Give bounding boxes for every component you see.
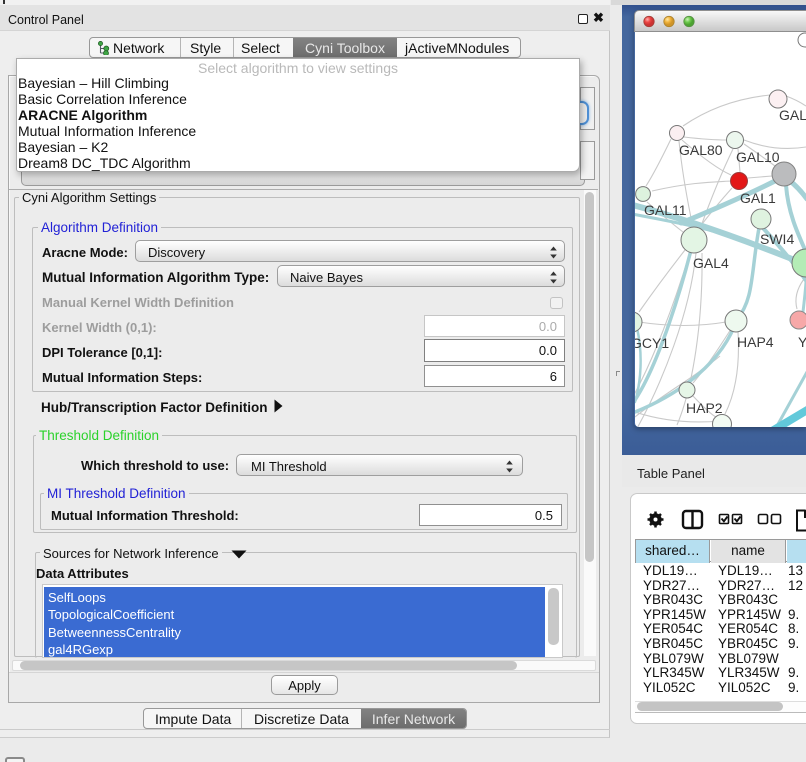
svg-text:HAP4: HAP4 [737, 334, 774, 350]
svg-text:GAL4: GAL4 [693, 255, 729, 271]
svg-text:Y: Y [798, 334, 806, 350]
svg-text:GAL: GAL [779, 107, 806, 123]
svg-text:SWI4: SWI4 [760, 231, 794, 247]
svg-text:GAL11: GAL11 [644, 202, 687, 218]
svg-text:GCY1: GCY1 [635, 335, 669, 351]
svg-text:GAL1: GAL1 [740, 190, 776, 206]
svg-text:GAL10: GAL10 [736, 149, 780, 165]
svg-text:HAP2: HAP2 [686, 400, 723, 416]
svg-text:GAL80: GAL80 [679, 142, 723, 158]
